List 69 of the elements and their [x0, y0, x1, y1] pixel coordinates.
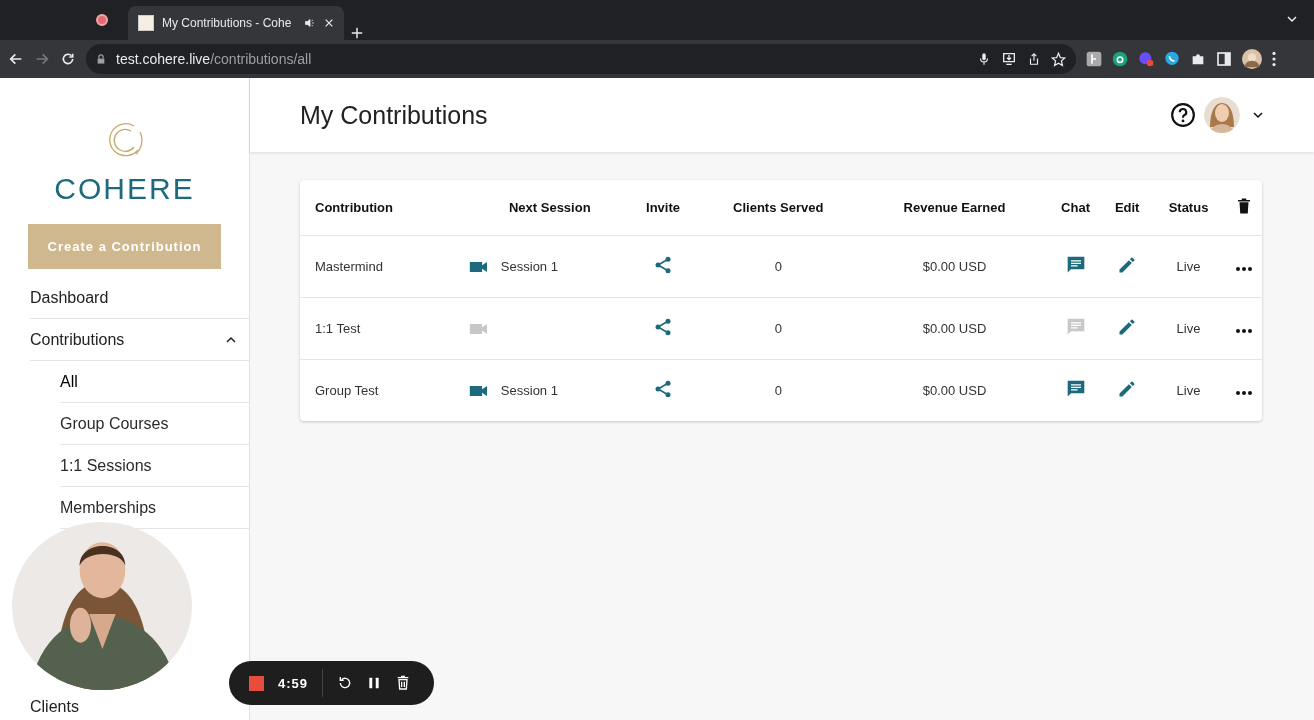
table-cell: Live	[1176, 259, 1201, 274]
address-bar[interactable]: test.cohere.live/contributions/all	[86, 44, 1076, 74]
recording-indicator-icon	[96, 14, 108, 26]
profile-avatar-icon[interactable]	[1242, 49, 1262, 69]
sidebar-subitem[interactable]: Group Courses	[60, 403, 249, 445]
table-cell: $0.00 USD	[922, 259, 987, 274]
share-icon[interactable]	[653, 378, 673, 400]
share-icon[interactable]	[653, 254, 673, 276]
page-title: My Contributions	[300, 100, 489, 130]
microphone-icon[interactable]	[977, 52, 991, 66]
chat-icon[interactable]	[1065, 379, 1086, 399]
column-header: Contribution	[315, 200, 393, 215]
share-icon[interactable]	[653, 316, 673, 338]
more-icon[interactable]	[1236, 329, 1252, 333]
forward-icon[interactable]	[34, 51, 50, 67]
extension-icon[interactable]	[1164, 51, 1180, 67]
sidebar-subitem[interactable]: 1:1 Sessions	[60, 445, 249, 487]
column-header: Status	[1168, 200, 1209, 215]
help-icon[interactable]	[1170, 102, 1196, 128]
table-cell: $0.00 USD	[922, 321, 987, 336]
table-cell: 0	[774, 383, 782, 398]
table-cell: Mastermind	[315, 259, 383, 274]
column-header: Edit	[1114, 200, 1140, 215]
column-header: Revenue Earned	[903, 200, 1006, 215]
star-icon[interactable]	[1051, 51, 1066, 67]
sidebar-item[interactable]: Dashboard	[30, 277, 249, 319]
browser-tab[interactable]: My Contributions - Cohe	[128, 6, 344, 40]
pause-icon[interactable]	[367, 675, 382, 691]
lock-icon	[96, 53, 106, 65]
column-header: Invite	[646, 200, 680, 215]
stop-recording-button[interactable]	[249, 675, 264, 691]
table-cell: Session 1	[500, 259, 558, 274]
column-header: Next Session	[508, 200, 591, 215]
extension-icon[interactable]	[1112, 51, 1128, 67]
new-tab-icon[interactable]	[350, 26, 364, 40]
logo-text: COHERE	[54, 172, 195, 206]
table-cell: Live	[1176, 383, 1201, 398]
user-avatar[interactable]	[1204, 97, 1240, 133]
table-cell: Live	[1176, 321, 1201, 336]
delete-icon[interactable]	[1235, 197, 1253, 215]
sidebar-item[interactable]: Clients	[30, 698, 79, 720]
recording-timer: 4:59	[278, 675, 309, 691]
table-cell: 0	[774, 321, 782, 336]
column-header: Clients Served	[733, 200, 824, 215]
more-icon[interactable]	[1272, 51, 1276, 67]
table-cell: 1:1 Test	[315, 321, 361, 336]
back-icon[interactable]	[8, 51, 24, 67]
chevron-down-icon[interactable]	[1286, 13, 1298, 25]
video-camera-icon[interactable]	[468, 383, 487, 398]
table-cell: Group Test	[315, 383, 379, 398]
chat-icon[interactable]	[1065, 255, 1086, 275]
chevron-down-icon[interactable]	[1252, 109, 1264, 121]
close-icon[interactable]	[324, 18, 334, 28]
sidebar-subitem[interactable]: All	[60, 361, 249, 403]
table-cell: $0.00 USD	[922, 383, 987, 398]
video-camera-icon[interactable]	[468, 259, 487, 274]
column-header: Chat	[1061, 200, 1090, 215]
sidebar-item[interactable]: Contributions	[30, 319, 249, 361]
more-icon[interactable]	[1236, 391, 1252, 395]
extension-icon[interactable]	[1086, 51, 1102, 67]
speaker-icon[interactable]	[304, 17, 316, 29]
table-cell: Session 1	[500, 383, 558, 398]
install-icon[interactable]	[1001, 51, 1017, 67]
more-icon[interactable]	[1236, 267, 1252, 271]
side-panel-icon[interactable]	[1216, 51, 1232, 67]
favicon-icon	[138, 15, 154, 31]
share-icon[interactable]	[1027, 52, 1041, 66]
reload-icon[interactable]	[60, 51, 76, 67]
table-cell: 0	[774, 259, 782, 274]
